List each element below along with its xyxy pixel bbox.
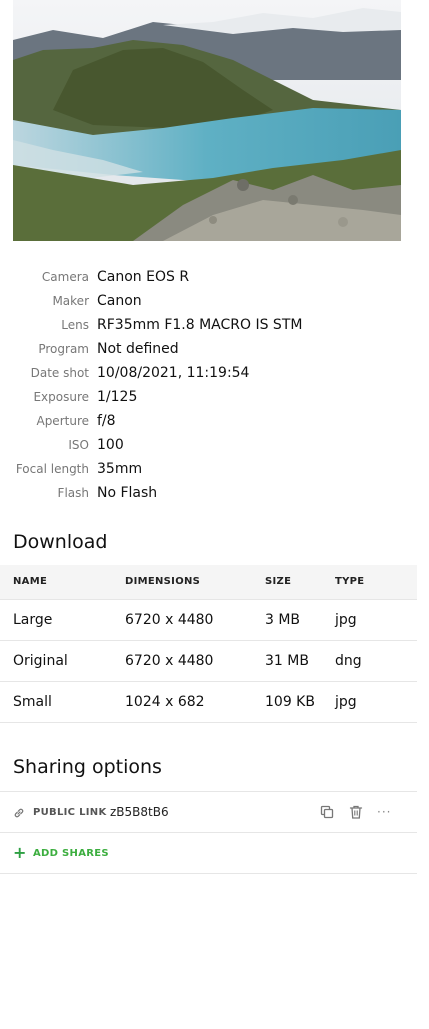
download-section-title: Download bbox=[13, 531, 108, 553]
exif-row-flash: Flash No Flash bbox=[0, 481, 429, 505]
public-link-row: PUBLIC LINK zB5B8tB6 ··· bbox=[0, 791, 417, 833]
exif-row-date: Date shot 10/08/2021, 11:19:54 bbox=[0, 361, 429, 385]
exif-key: Flash bbox=[57, 486, 89, 500]
photo-preview bbox=[13, 0, 401, 241]
exif-value: Canon bbox=[97, 293, 142, 309]
exif-key: Camera bbox=[41, 270, 89, 284]
download-row-large[interactable]: Large 6720 x 4480 3 MB jpg bbox=[0, 599, 417, 641]
exif-row-aperture: Aperture f/8 bbox=[0, 409, 429, 433]
exif-value: 10/08/2021, 11:19:54 bbox=[97, 365, 250, 381]
exif-key: Program bbox=[38, 342, 89, 356]
download-size: 31 MB bbox=[265, 640, 335, 682]
exif-row-program: Program Not defined bbox=[0, 337, 429, 361]
exif-value: 1/125 bbox=[97, 389, 138, 405]
exif-row-exposure: Exposure 1/125 bbox=[0, 385, 429, 409]
download-size: 3 MB bbox=[265, 599, 335, 641]
exif-row-focal-length: Focal length 35mm bbox=[0, 457, 429, 481]
download-dimensions: 1024 x 682 bbox=[125, 681, 265, 723]
sharing-section-title: Sharing options bbox=[13, 756, 162, 778]
exif-key: ISO bbox=[68, 438, 89, 452]
exif-value: f/8 bbox=[97, 413, 116, 429]
download-type: jpg bbox=[335, 681, 417, 723]
download-name[interactable]: Large bbox=[0, 599, 125, 641]
exif-row-maker: Maker Canon bbox=[0, 289, 429, 313]
exif-details: Camera Canon EOS R Maker Canon Lens RF35mm … bbox=[0, 265, 429, 505]
exif-key: Lens bbox=[61, 318, 89, 332]
exif-value: Canon EOS R bbox=[97, 269, 190, 285]
exif-key: Focal length bbox=[15, 462, 89, 476]
exif-row-camera: Camera Canon EOS R bbox=[0, 265, 429, 289]
column-header-size: SIZE bbox=[265, 565, 335, 600]
column-header-name: NAME bbox=[0, 565, 125, 600]
download-dimensions: 6720 x 4480 bbox=[125, 640, 265, 682]
copy-icon[interactable] bbox=[319, 804, 335, 820]
plus-icon: + bbox=[13, 843, 27, 862]
column-header-dimensions: DIMENSIONS bbox=[125, 565, 265, 600]
link-icon bbox=[14, 808, 24, 818]
exif-key: Aperture bbox=[36, 414, 89, 428]
download-type: dng bbox=[335, 640, 417, 682]
exif-value: 100 bbox=[97, 437, 124, 453]
exif-row-lens: Lens RF35mm F1.8 MACRO IS STM bbox=[0, 313, 429, 337]
download-name[interactable]: Original bbox=[0, 640, 125, 682]
landscape-photo bbox=[13, 0, 401, 241]
column-header-type: TYPE bbox=[335, 565, 417, 600]
download-dimensions: 6720 x 4480 bbox=[125, 599, 265, 641]
exif-value: RF35mm F1.8 MACRO IS STM bbox=[97, 317, 303, 333]
exif-value: 35mm bbox=[97, 461, 143, 477]
exif-key: Maker bbox=[52, 294, 89, 308]
exif-value: No Flash bbox=[97, 485, 158, 501]
table-header-row: NAME DIMENSIONS SIZE TYPE bbox=[0, 565, 417, 600]
exif-value: Not defined bbox=[97, 341, 179, 357]
download-table: NAME DIMENSIONS SIZE TYPE Large 6720 x 4… bbox=[0, 565, 417, 723]
trash-icon[interactable] bbox=[348, 804, 364, 820]
exif-row-iso: ISO 100 bbox=[0, 433, 429, 457]
public-link-label: PUBLIC LINK bbox=[33, 806, 107, 818]
download-size: 109 KB bbox=[265, 681, 335, 723]
share-code[interactable]: zB5B8tB6 bbox=[110, 805, 169, 819]
download-type: jpg bbox=[335, 599, 417, 641]
exif-key: Exposure bbox=[33, 390, 89, 404]
exif-key: Date shot bbox=[30, 366, 89, 380]
download-name[interactable]: Small bbox=[0, 681, 125, 723]
add-shares-label: ADD SHARES bbox=[33, 847, 109, 859]
download-row-original[interactable]: Original 6720 x 4480 31 MB dng bbox=[0, 640, 417, 682]
more-options-icon[interactable]: ··· bbox=[377, 804, 393, 820]
download-row-small[interactable]: Small 1024 x 682 109 KB jpg bbox=[0, 681, 417, 723]
add-shares-button[interactable]: + ADD SHARES bbox=[0, 833, 417, 874]
